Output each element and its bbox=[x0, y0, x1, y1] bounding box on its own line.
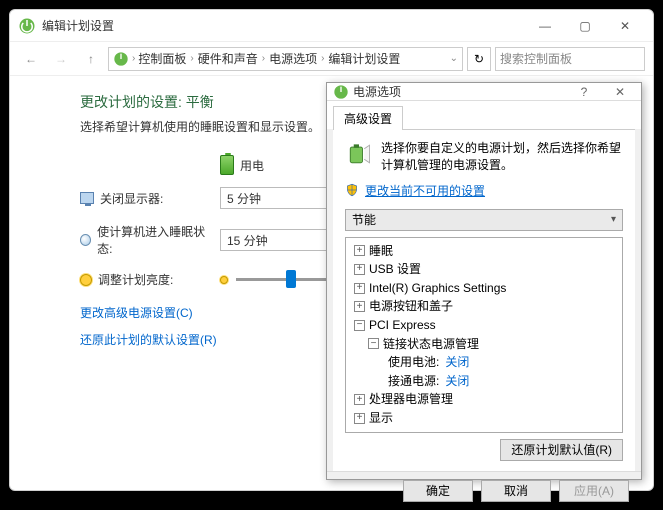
dialog-description: 选择你要自定义的电源计划，然后选择你希望计算机管理的电源设置。 bbox=[381, 140, 623, 174]
breadcrumb-item[interactable]: 硬件和声音 bbox=[198, 50, 258, 67]
display-timeout-value: 5 分钟 bbox=[227, 190, 261, 207]
power-icon bbox=[113, 51, 129, 67]
sun-icon bbox=[80, 274, 92, 286]
tree-onbattery-value[interactable]: 关闭 bbox=[445, 353, 469, 372]
power-large-icon bbox=[345, 140, 373, 168]
breadcrumb-item[interactable]: 编辑计划设置 bbox=[328, 50, 400, 67]
search-input[interactable]: 搜索控制面板 bbox=[495, 47, 645, 71]
tab-advanced[interactable]: 高级设置 bbox=[333, 106, 403, 130]
expander-icon[interactable]: + bbox=[354, 245, 365, 256]
tab-body: 选择你要自定义的电源计划，然后选择你希望计算机管理的电源设置。 更改当前不可用的… bbox=[333, 129, 635, 471]
chevron-down-icon[interactable]: ⌄ bbox=[450, 53, 458, 64]
tree-plugged-value[interactable]: 关闭 bbox=[445, 372, 469, 391]
address-bar[interactable]: › 控制面板 › 硬件和声音 › 电源选项 › 编辑计划设置 ⌄ bbox=[108, 47, 463, 71]
sleep-label: 使计算机进入睡眠状态: bbox=[97, 223, 210, 257]
back-button[interactable]: ← bbox=[18, 46, 44, 72]
navigation-row: ← → ↑ › 控制面板 › 硬件和声音 › 电源选项 › 编辑计划设置 ⌄ ↻… bbox=[10, 42, 653, 76]
dialog-description-row: 选择你要自定义的电源计划，然后选择你希望计算机管理的电源设置。 bbox=[345, 140, 623, 174]
tree-display[interactable]: 显示 bbox=[369, 409, 393, 428]
tree-onbattery-label[interactable]: 使用电池: bbox=[388, 353, 439, 372]
change-unavailable-link[interactable]: 更改当前不可用的设置 bbox=[345, 182, 623, 199]
sleep-timeout-value: 15 分钟 bbox=[227, 232, 268, 249]
main-window: 编辑计划设置 — ▢ ✕ ← → ↑ › 控制面板 › 硬件和声音 › 电源选项… bbox=[9, 9, 654, 491]
chevron-right-icon: › bbox=[190, 53, 193, 64]
tree-pci[interactable]: PCI Express bbox=[369, 316, 436, 335]
close-button[interactable]: ✕ bbox=[605, 12, 645, 40]
expander-icon[interactable]: + bbox=[354, 301, 365, 312]
power-options-dialog: 电源选项 ? ✕ 高级设置 选择你要自定义的电源计划，然后选择你希望计算机管理的… bbox=[326, 82, 642, 480]
display-timeout-select[interactable]: 5 分钟 bbox=[220, 187, 340, 209]
settings-tree[interactable]: +睡眠 +USB 设置 +Intel(R) Graphics Settings … bbox=[345, 237, 623, 433]
maximize-button[interactable]: ▢ bbox=[565, 12, 605, 40]
power-icon bbox=[18, 17, 36, 35]
titlebar: 编辑计划设置 — ▢ ✕ bbox=[10, 10, 653, 42]
cancel-button[interactable]: 取消 bbox=[481, 480, 551, 502]
breadcrumb: 控制面板 › 硬件和声音 › 电源选项 › 编辑计划设置 bbox=[138, 50, 400, 67]
refresh-button[interactable]: ↻ bbox=[467, 47, 491, 71]
change-unavailable-label: 更改当前不可用的设置 bbox=[365, 182, 485, 199]
expander-icon[interactable]: − bbox=[368, 338, 379, 349]
expander-icon[interactable]: + bbox=[354, 394, 365, 405]
tree-linkstate[interactable]: 链接状态电源管理 bbox=[383, 335, 479, 354]
slider-thumb[interactable] bbox=[286, 270, 296, 288]
tree-intel[interactable]: Intel(R) Graphics Settings bbox=[369, 279, 506, 298]
window-title: 编辑计划设置 bbox=[42, 17, 525, 34]
brightness-label: 调整计划亮度: bbox=[98, 271, 173, 288]
up-button[interactable]: ↑ bbox=[78, 46, 104, 72]
breadcrumb-item[interactable]: 电源选项 bbox=[269, 50, 317, 67]
plan-value: 节能 bbox=[352, 211, 376, 228]
tree-cpu[interactable]: 处理器电源管理 bbox=[369, 390, 453, 409]
ok-button[interactable]: 确定 bbox=[403, 480, 473, 502]
battery-icon bbox=[220, 155, 234, 175]
breadcrumb-item[interactable]: 控制面板 bbox=[138, 50, 186, 67]
shield-icon bbox=[345, 183, 359, 197]
moon-icon bbox=[80, 234, 91, 246]
display-label: 关闭显示器: bbox=[100, 190, 163, 207]
tree-sleep[interactable]: 睡眠 bbox=[369, 242, 393, 261]
sun-small-icon bbox=[220, 276, 228, 284]
tree-powerbtn[interactable]: 电源按钮和盖子 bbox=[369, 297, 453, 316]
tree-usb[interactable]: USB 设置 bbox=[369, 260, 421, 279]
battery-header-label: 用电 bbox=[240, 157, 264, 174]
restore-plan-defaults-button[interactable]: 还原计划默认值(R) bbox=[500, 439, 623, 461]
plan-select[interactable]: 节能 bbox=[345, 209, 623, 231]
expander-icon[interactable]: − bbox=[354, 320, 365, 331]
expander-icon[interactable]: + bbox=[354, 283, 365, 294]
help-button[interactable]: ? bbox=[569, 85, 599, 99]
window-controls: — ▢ ✕ bbox=[525, 12, 645, 40]
monitor-icon bbox=[80, 192, 94, 204]
tab-strip: 高级设置 bbox=[327, 101, 641, 129]
dialog-titlebar: 电源选项 ? ✕ bbox=[327, 83, 641, 101]
tree-plugged-label[interactable]: 接通电源: bbox=[388, 372, 439, 391]
chevron-right-icon: › bbox=[321, 53, 324, 64]
apply-button[interactable]: 应用(A) bbox=[559, 480, 629, 502]
dialog-close-button[interactable]: ✕ bbox=[605, 85, 635, 99]
chevron-right-icon: › bbox=[262, 53, 265, 64]
minimize-button[interactable]: — bbox=[525, 12, 565, 40]
expander-icon[interactable]: + bbox=[354, 413, 365, 424]
search-placeholder: 搜索控制面板 bbox=[500, 50, 572, 67]
chevron-right-icon: › bbox=[132, 53, 135, 64]
dialog-footer: 确定 取消 应用(A) bbox=[327, 471, 641, 510]
sleep-timeout-select[interactable]: 15 分钟 bbox=[220, 229, 340, 251]
dialog-title: 电源选项 bbox=[353, 83, 569, 100]
expander-icon[interactable]: + bbox=[354, 264, 365, 275]
power-icon bbox=[333, 84, 349, 100]
forward-button[interactable]: → bbox=[48, 46, 74, 72]
